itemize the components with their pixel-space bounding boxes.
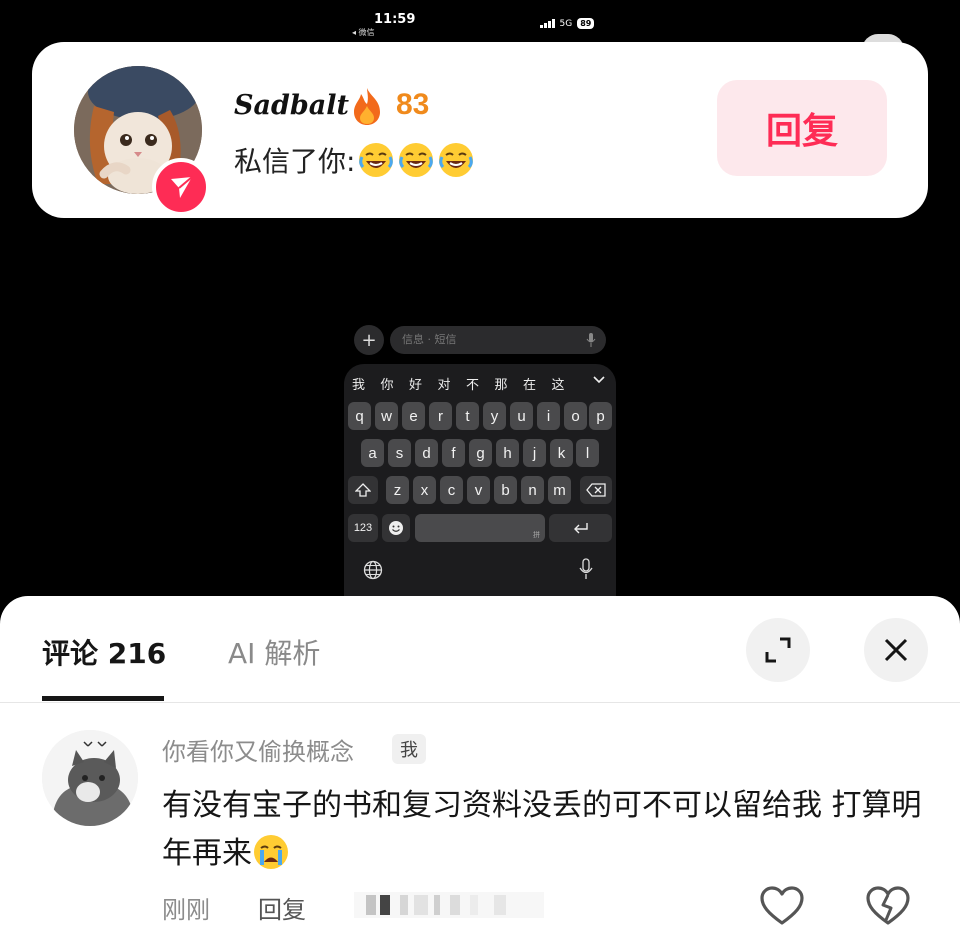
key[interactable]: e (402, 402, 425, 430)
network-label: 5G (559, 18, 573, 29)
candidate-word[interactable]: 不 (466, 374, 495, 393)
return-key[interactable] (549, 514, 612, 542)
status-time: 11:59 (374, 12, 416, 27)
direct-message-icon (152, 158, 210, 216)
emoji-icon (389, 521, 403, 535)
battery-icon: 89 (577, 18, 595, 29)
keyboard: 我 你 好 对 不 那 在 这 q w e r t y u i o p a s … (344, 364, 616, 604)
comment-reply-button[interactable]: 回复 (258, 890, 306, 925)
key[interactable]: p (589, 402, 612, 430)
key[interactable]: x (413, 476, 436, 504)
key[interactable]: o (564, 402, 587, 430)
close-icon (884, 638, 908, 662)
dislike-broken-heart-icon[interactable] (866, 886, 910, 926)
message-text: 私信了你: (234, 145, 356, 178)
shift-icon (355, 483, 371, 497)
globe-icon[interactable] (363, 560, 383, 580)
back-to-app-link[interactable]: ◂ 微信 (352, 27, 375, 38)
dictation-icon[interactable] (586, 332, 596, 348)
rolling-laugh-emoji (399, 143, 434, 177)
reply-button[interactable]: 回复 (717, 80, 887, 176)
key[interactable]: v (467, 476, 490, 504)
redacted-overlay (354, 892, 544, 918)
candidate-word[interactable]: 你 (381, 374, 410, 393)
comment-time: 刚刚 (162, 896, 210, 924)
commenter-avatar[interactable] (42, 730, 138, 826)
return-icon (573, 523, 588, 534)
rolling-laugh-emoji (359, 143, 394, 177)
pinyin-indicator: 拼 (533, 532, 540, 539)
tab-comments[interactable]: 评论 216 (42, 632, 166, 672)
key[interactable]: i (537, 402, 560, 430)
key[interactable]: r (429, 402, 452, 430)
crying-emoji (254, 835, 288, 869)
status-indicators: 5G 89 (540, 18, 595, 29)
key[interactable]: y (483, 402, 506, 430)
microphone-icon[interactable] (579, 558, 593, 580)
comment-text: 有没有宝子的书和复习资料没丢的可不可以留给我 打算明年再来 (162, 782, 922, 878)
candidate-word[interactable]: 好 (409, 374, 438, 393)
key[interactable]: c (440, 476, 463, 504)
key[interactable]: l (576, 439, 599, 467)
streak-count: 83 (396, 88, 430, 121)
candidate-word[interactable]: 那 (495, 374, 524, 393)
candidate-word[interactable]: 我 (352, 374, 381, 393)
active-tab-indicator (42, 696, 164, 701)
sender-name: Sadbalt (234, 90, 349, 121)
candidate-word[interactable]: 在 (523, 374, 552, 393)
rolling-laugh-emoji (439, 143, 474, 177)
expand-button[interactable] (746, 618, 810, 682)
notification-message: 私信了你: (234, 140, 475, 180)
key[interactable]: q (348, 402, 371, 430)
numbers-key[interactable]: 123 (348, 514, 378, 542)
key[interactable]: b (494, 476, 517, 504)
key[interactable]: f (442, 439, 465, 467)
comments-panel: 评论 216 AI 解析 你看你又偷换概念 我 有没有宝子的书和复习资料没丢的可… (0, 596, 960, 932)
key[interactable]: w (375, 402, 398, 430)
candidate-word[interactable]: 对 (438, 374, 467, 393)
backspace-key[interactable] (580, 476, 612, 504)
key[interactable]: g (469, 439, 492, 467)
key[interactable]: t (456, 402, 479, 430)
signal-icon (540, 19, 555, 28)
divider (0, 702, 960, 703)
candidate-bar: 我 你 好 对 不 那 在 这 (352, 374, 608, 393)
message-input[interactable]: 信息 · 短信 (390, 326, 606, 354)
tab-ai-analysis[interactable]: AI 解析 (228, 632, 320, 672)
key[interactable]: d (415, 439, 438, 467)
key[interactable]: m (548, 476, 571, 504)
space-key[interactable]: 拼 (415, 514, 545, 542)
emoji-key[interactable] (382, 514, 410, 542)
commenter-name[interactable]: 你看你又偷换概念 (162, 732, 354, 767)
chevron-down-icon[interactable] (592, 373, 606, 387)
like-heart-icon[interactable] (760, 886, 804, 926)
key[interactable]: u (510, 402, 533, 430)
backspace-icon (586, 483, 606, 497)
key[interactable]: n (521, 476, 544, 504)
author-tag: 我 (392, 734, 426, 764)
message-input-placeholder: 信息 · 短信 (402, 333, 457, 346)
message-notification-banner[interactable]: Sadbalt 83 私信了你: 回复 (32, 42, 928, 218)
key[interactable]: z (386, 476, 409, 504)
candidate-word[interactable]: 这 (552, 374, 581, 393)
key[interactable]: h (496, 439, 519, 467)
add-attachment-button[interactable]: + (354, 325, 384, 355)
message-input-row: + 信息 · 短信 (354, 325, 608, 355)
kitten-avatar-image (42, 730, 138, 826)
expand-icon (765, 637, 791, 663)
key[interactable]: j (523, 439, 546, 467)
fire-icon (354, 88, 380, 125)
status-bar: 11:59 ◂ 微信 5G 89 (0, 0, 960, 40)
close-button[interactable] (864, 618, 928, 682)
key[interactable]: k (550, 439, 573, 467)
key[interactable]: a (361, 439, 384, 467)
key[interactable]: s (388, 439, 411, 467)
shift-key[interactable] (348, 476, 378, 504)
